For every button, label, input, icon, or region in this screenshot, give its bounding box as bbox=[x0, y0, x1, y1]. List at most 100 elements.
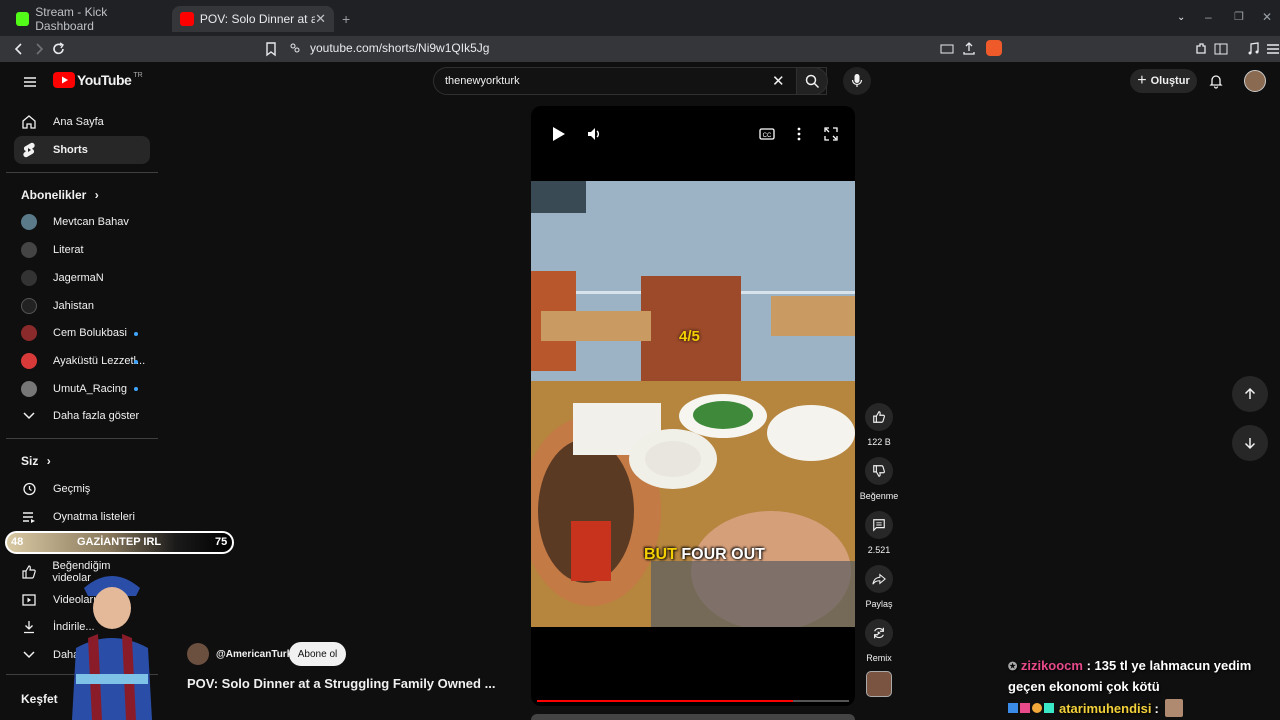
playlists-icon bbox=[23, 512, 35, 523]
youtube-logo[interactable]: YouTube TR bbox=[53, 72, 143, 88]
tab-search-chevron-icon[interactable]: ⌄ bbox=[1177, 12, 1185, 23]
progress-track[interactable] bbox=[537, 700, 849, 702]
share-button[interactable] bbox=[865, 565, 893, 593]
comment-icon bbox=[873, 519, 885, 532]
chat-separator: : bbox=[1154, 700, 1159, 716]
more-options-icon[interactable] bbox=[793, 126, 805, 142]
maximize-icon[interactable]: ❐ bbox=[1234, 10, 1244, 23]
chat-separator: : bbox=[1086, 658, 1095, 673]
bookmark-icon[interactable] bbox=[262, 40, 280, 58]
your-videos-icon bbox=[22, 594, 36, 606]
share-page-icon[interactable] bbox=[960, 40, 978, 58]
emote-image bbox=[1164, 699, 1183, 717]
back-icon[interactable] bbox=[10, 40, 28, 58]
subscriptions-heading[interactable]: Abonelikler › bbox=[21, 188, 99, 202]
sidebar-item-label: Oynatma listeleri bbox=[53, 511, 135, 523]
shorts-player[interactable]: 4/5 BUT FOUR OUT CC bbox=[531, 106, 855, 706]
sidebar-toggle-icon[interactable] bbox=[1212, 40, 1230, 58]
chat-username: zizikoocm bbox=[1020, 658, 1083, 673]
fullscreen-icon[interactable] bbox=[823, 126, 839, 142]
subscriptions-title: Abonelikler bbox=[21, 188, 87, 202]
voice-search-button[interactable] bbox=[843, 67, 871, 95]
sidebar-item-playlists[interactable]: Oynatma listeleri bbox=[14, 503, 150, 531]
sidebar-sub-3[interactable]: Jahistan bbox=[14, 292, 150, 320]
comment-count: 2.521 bbox=[867, 545, 891, 555]
menu-icon[interactable] bbox=[1264, 40, 1280, 58]
previous-short-button[interactable] bbox=[1232, 376, 1268, 412]
brave-shield-icon[interactable] bbox=[986, 40, 1002, 56]
minimize-icon[interactable]: – bbox=[1205, 10, 1212, 24]
home-icon bbox=[22, 115, 36, 129]
comments-button[interactable] bbox=[865, 511, 893, 539]
captions-icon[interactable]: CC bbox=[759, 126, 775, 142]
location-bar-overlay: 48 GAZİANTEP IRL 75 bbox=[5, 531, 234, 554]
next-short-preview[interactable] bbox=[531, 714, 855, 720]
sidebar-sub-0[interactable]: Mevtcan Bahav bbox=[14, 208, 150, 236]
sidebar-sub-6[interactable]: UmutA_Racing bbox=[14, 375, 150, 403]
logo-region: TR bbox=[133, 71, 143, 79]
sub-label: Jahistan bbox=[53, 300, 94, 312]
short-title[interactable]: POV: Solo Dinner at a Struggling Family … bbox=[187, 676, 495, 691]
sidebar-sub-4[interactable]: Cem Bolukbasi bbox=[14, 319, 150, 347]
sidebar-sub-2[interactable]: JagermaN bbox=[14, 264, 150, 292]
sidebar-item-label: Geçmiş bbox=[53, 483, 91, 495]
avatar bbox=[21, 242, 37, 258]
create-button[interactable]: + Oluştur bbox=[1130, 69, 1197, 93]
arrow-up-icon bbox=[1244, 387, 1256, 399]
sidebar-sub-5[interactable]: Ayaküstü Lezzetl... bbox=[14, 347, 150, 375]
arrow-down-icon bbox=[1244, 438, 1256, 450]
search-button[interactable] bbox=[796, 67, 828, 95]
tab-title: POV: Solo Dinner at a Struggling bbox=[199, 12, 316, 26]
create-label: Oluştur bbox=[1150, 75, 1190, 87]
close-tab-icon[interactable]: ✕ bbox=[315, 11, 326, 27]
cast-icon[interactable] bbox=[938, 40, 956, 58]
you-title: Siz bbox=[21, 454, 39, 468]
forward-icon[interactable] bbox=[30, 40, 48, 58]
audio-source-thumbnail[interactable] bbox=[866, 671, 892, 697]
chevron-down-icon bbox=[23, 412, 35, 420]
channel-avatar[interactable] bbox=[187, 643, 209, 665]
search-input[interactable]: thenewyorkturk bbox=[445, 75, 520, 87]
extensions-icon[interactable] bbox=[1192, 40, 1210, 58]
dislike-button[interactable] bbox=[865, 457, 893, 485]
location-bar-right: 75 bbox=[215, 536, 228, 548]
sidebar-item-home[interactable]: Ana Sayfa bbox=[14, 108, 150, 136]
next-short-button[interactable] bbox=[1232, 425, 1268, 461]
live-indicator bbox=[134, 387, 138, 391]
kick-icon bbox=[16, 12, 30, 26]
media-control-icon[interactable] bbox=[1244, 40, 1262, 58]
account-avatar[interactable] bbox=[1244, 70, 1266, 92]
tab-kick-dashboard[interactable]: Stream - Kick Dashboard bbox=[8, 5, 170, 33]
download-icon bbox=[24, 621, 34, 634]
notifications-bell-icon[interactable] bbox=[1208, 73, 1224, 89]
sub-label: Literat bbox=[53, 244, 84, 256]
you-heading[interactable]: Siz › bbox=[21, 454, 51, 468]
url-field[interactable]: youtube.com/shorts/Ni9w1QIk5Jg bbox=[310, 41, 489, 55]
badge-icon bbox=[1044, 703, 1054, 713]
search-icon bbox=[805, 74, 820, 89]
site-info-icon[interactable] bbox=[288, 41, 302, 55]
sidebar-item-label: Ana Sayfa bbox=[53, 116, 104, 128]
chat-message-1: atarimuhendisi : bbox=[1008, 698, 1272, 718]
remix-label: Remix bbox=[866, 653, 892, 663]
dislike-label: Beğenme bbox=[859, 491, 899, 501]
reload-icon[interactable] bbox=[50, 40, 68, 58]
clear-search-icon[interactable]: ✕ bbox=[772, 72, 785, 90]
volume-icon[interactable] bbox=[586, 126, 602, 142]
channel-name[interactable]: @AmericanTurk bbox=[216, 649, 292, 660]
share-icon bbox=[872, 573, 886, 585]
sidebar-sub-1[interactable]: Literat bbox=[14, 236, 150, 264]
sidebar-item-history[interactable]: Geçmiş bbox=[14, 475, 150, 503]
remix-button[interactable] bbox=[865, 619, 893, 647]
play-icon[interactable] bbox=[552, 126, 566, 142]
tab-youtube-short[interactable]: POV: Solo Dinner at a Struggling ✕ bbox=[172, 6, 334, 32]
like-icon bbox=[873, 411, 885, 423]
guide-menu-icon[interactable] bbox=[22, 74, 38, 90]
new-tab-icon[interactable]: + bbox=[342, 11, 350, 27]
subscribe-button[interactable]: Abone ol bbox=[289, 642, 346, 666]
search-box[interactable]: thenewyorkturk ✕ bbox=[433, 67, 827, 95]
show-more-button[interactable]: Daha fazla göster bbox=[14, 402, 150, 430]
like-button[interactable] bbox=[865, 403, 893, 431]
window-close-icon[interactable]: ✕ bbox=[1262, 10, 1272, 24]
sidebar-item-shorts[interactable]: Shorts bbox=[14, 136, 150, 164]
